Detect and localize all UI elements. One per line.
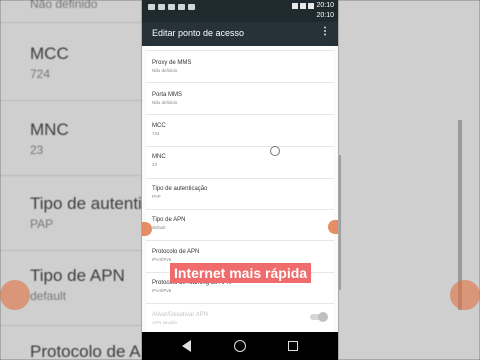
divider [0, 325, 142, 326]
system-icons: 20:10 [292, 2, 334, 10]
video-caption: Internet mais rápida [170, 263, 312, 283]
setting-mnc[interactable]: MNC 23 [152, 154, 166, 167]
more-options-icon[interactable]: ⋮ [320, 27, 330, 37]
setting-title: MNC [152, 154, 166, 160]
setting-title: Proxy de MMS [152, 60, 192, 66]
divider [146, 50, 334, 51]
setting-apn-enable[interactable]: Ativar/Desativar APN APN ativado [152, 312, 208, 325]
scrollbar[interactable] [339, 155, 341, 290]
divider [146, 82, 334, 83]
battery-icon [308, 3, 315, 9]
bg-item-subtitle: default [30, 289, 67, 303]
bg-item-subtitle: 23 [30, 143, 44, 157]
bg-item-apn-type: Tipo de APN default [30, 266, 125, 303]
bg-item-apn-protocol: Protocolo de APN [30, 342, 142, 360]
setting-value: 23 [152, 162, 158, 167]
divider [146, 209, 334, 210]
bg-item-title: Protocolo de APN [30, 342, 142, 360]
setting-mms-proxy[interactable]: Proxy de MMS Não definido [152, 60, 191, 73]
bg-item-mnc: MNC 23 [30, 120, 69, 157]
setting-apn-type[interactable]: Tipo de APN default [152, 217, 185, 230]
status-time-secondary: 20:10 [316, 12, 334, 19]
setting-value: IPv4/IPv6 [152, 257, 172, 262]
bg-item-subtitle: 724 [30, 67, 51, 81]
setting-value: default [152, 225, 166, 230]
touch-indicator-bg-left [0, 280, 30, 310]
divider [0, 250, 142, 251]
video-frame: Não definido MCC 724 MNC 23 Tipo de aute… [0, 0, 480, 360]
divider [146, 178, 334, 179]
settings-card: Proxy de MMS Não definido Porta MMS Não … [146, 46, 334, 332]
divider [146, 146, 334, 147]
setting-title: Protocolo de APN [152, 249, 200, 255]
notification-icon [178, 4, 185, 10]
bg-item-title: Tipo de APN [30, 266, 125, 285]
toggle-knob [318, 312, 328, 322]
bg-item-mcc: MCC 724 [30, 44, 69, 81]
swipe-indicator-right [328, 220, 338, 234]
notification-icon [188, 4, 195, 10]
touch-indicator-bg-right [450, 280, 480, 310]
notification-icon [158, 4, 165, 10]
divider [146, 114, 334, 115]
wifi-icon [300, 3, 307, 9]
notification-icons [148, 4, 195, 10]
bg-item-title: MNC [30, 120, 69, 139]
bg-item-proxy: Não definido [30, 0, 97, 11]
divider [146, 240, 334, 241]
divider [0, 100, 142, 101]
home-icon[interactable] [234, 340, 246, 352]
setting-title: Tipo de autenticação [152, 186, 208, 192]
divider [0, 175, 142, 176]
setting-title: Ativar/Desativar APN [152, 312, 209, 318]
navigation-bar [142, 332, 338, 360]
setting-value: APN ativado [152, 320, 178, 325]
settings-list: Proxy de MMS Não definido Porta MMS Não … [142, 46, 338, 332]
bg-item-title: Tipo de autentica [30, 194, 142, 213]
bg-item-subtitle: Não definido [30, 0, 98, 11]
notification-icon [148, 4, 155, 10]
phone-screen: 20:10 20:10 Editar ponto de acesso ⋮ Pro… [142, 0, 338, 360]
bg-item-title: MCC [30, 44, 69, 63]
setting-title: Porta MMS [152, 92, 183, 98]
page-title: Editar ponto de acesso [152, 28, 245, 38]
setting-value: PAP [152, 194, 161, 199]
setting-value: 724 [152, 131, 160, 136]
bg-item-subtitle: PAP [30, 217, 54, 231]
signal-icon [292, 3, 299, 9]
setting-value: IPv4/IPv6 [152, 288, 172, 293]
bg-item-auth: Tipo de autentica PAP [30, 194, 142, 231]
divider [0, 22, 142, 23]
apn-enable-toggle[interactable] [310, 312, 328, 322]
recent-apps-icon[interactable] [288, 341, 298, 351]
status-bar: 20:10 20:10 [142, 0, 338, 22]
divider [146, 303, 334, 304]
setting-auth-type[interactable]: Tipo de autenticação PAP [152, 186, 207, 199]
status-time: 20:10 [316, 2, 334, 9]
setting-title: Tipo de APN [152, 217, 186, 223]
status-right: 20:10 20:10 [292, 2, 334, 20]
setting-value: Não definido [152, 68, 178, 73]
app-bar: Editar ponto de acesso ⋮ [142, 22, 338, 46]
setting-apn-protocol[interactable]: Protocolo de APN IPv4/IPv6 [152, 249, 199, 262]
back-icon[interactable] [182, 340, 191, 352]
setting-mms-port[interactable]: Porta MMS Não definido [152, 92, 182, 105]
setting-mcc[interactable]: MCC 724 [152, 123, 166, 136]
setting-value: Não definido [152, 100, 178, 105]
setting-title: MCC [152, 123, 166, 129]
touch-indicator [270, 146, 280, 156]
notification-icon [168, 4, 175, 10]
